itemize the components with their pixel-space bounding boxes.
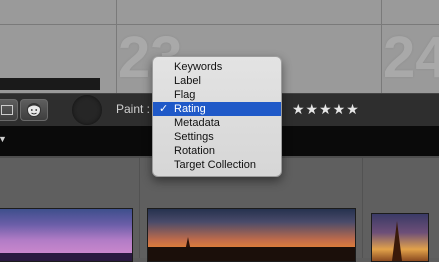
menu-item-label: Metadata [174,117,220,129]
people-view-button[interactable] [20,99,48,121]
menu-item-label: Flag [174,89,196,101]
menu-item-flag[interactable]: Flag [153,88,281,102]
paint-spray-can-button[interactable] [72,95,102,125]
menu-item-label[interactable]: Label [153,74,281,88]
menu-item-label: Rating [174,103,206,115]
triangle-down-icon[interactable]: ▼ [0,134,7,144]
menu-item-label: Settings [174,131,214,143]
paint-type-menu[interactable]: Keywords Label Flag ✓ Rating Metadata Settings… [152,56,282,177]
grid-divider [381,0,382,93]
menu-item-rating[interactable]: ✓ Rating [153,102,281,116]
checkmark-icon: ✓ [159,103,169,115]
photo-thumbnail[interactable] [371,213,429,262]
grid-divider [116,0,117,93]
menu-item-label: Keywords [174,61,223,73]
grid-view-button[interactable] [0,99,18,121]
menu-item-rotation[interactable]: Rotation [153,144,281,158]
photo-thumbnail[interactable] [0,208,133,262]
grid-divider [139,158,140,258]
menu-item-label: Target Collection [174,159,256,171]
menu-item-target-collection[interactable]: Target Collection [153,158,281,172]
thumbnail-detail [392,221,402,261]
menu-item-metadata[interactable]: Metadata [153,116,281,130]
grid-divider [362,158,363,258]
grid-view-icon [1,105,13,115]
people-view-icon [27,103,41,117]
menu-item-label: Rotation [174,145,215,157]
grid-divider [0,24,439,25]
menu-item-settings[interactable]: Settings [153,130,281,144]
grid-cell-frame [0,78,100,90]
menu-item-keywords[interactable]: Keywords [153,60,281,74]
cell-number: 24 [383,25,439,90]
thumbnail-detail [148,247,355,261]
thumbnail-detail [0,253,132,261]
rating-stars[interactable]: ★★★★★ [292,101,360,118]
paint-label: Paint : [116,102,151,116]
photo-thumbnail[interactable] [147,208,356,262]
menu-item-label: Label [174,75,201,87]
